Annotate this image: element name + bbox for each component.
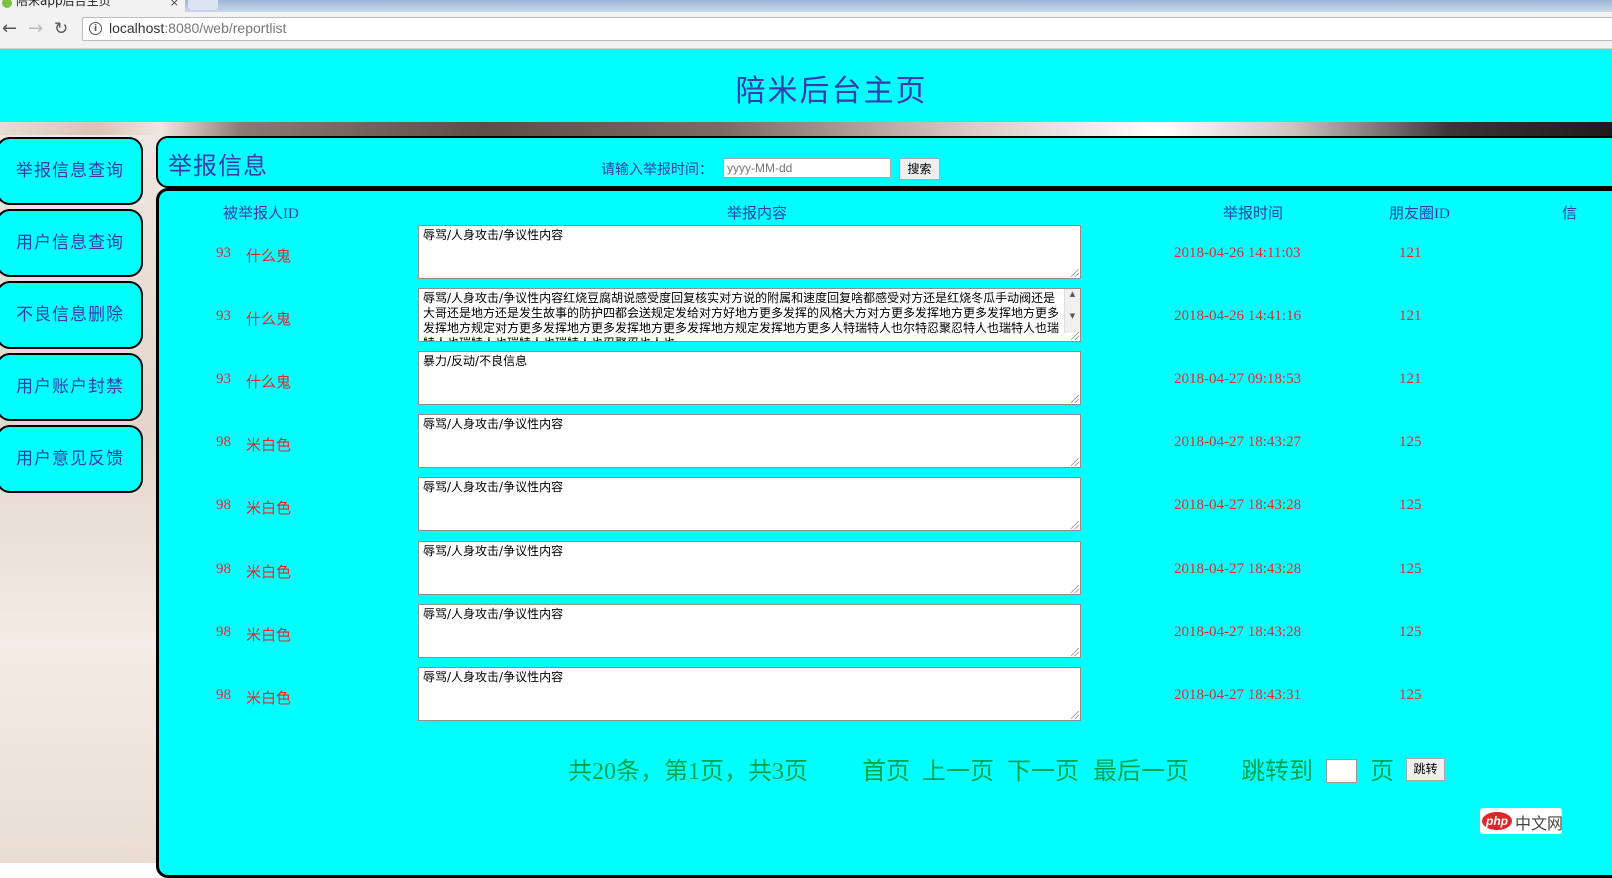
row-moment-id: 125 xyxy=(1399,561,1422,577)
sidebar-item-account-ban[interactable]: 用户账户封禁 xyxy=(0,353,143,421)
page-number-input[interactable] xyxy=(1326,759,1357,783)
column-header-moment-id: 朋友圈ID xyxy=(1389,206,1450,222)
page-header: 陪米后台主页 xyxy=(0,49,1612,122)
textarea-scrollbar[interactable]: ▲ ▼ xyxy=(1064,289,1080,333)
arrow-right-icon[interactable]: → xyxy=(28,18,43,40)
row-moment-id: 121 xyxy=(1399,245,1422,261)
row-reported-name: 什么鬼 xyxy=(246,312,292,328)
php-logo: php xyxy=(1482,812,1512,830)
row-moment-id: 125 xyxy=(1399,624,1422,640)
pager-jump-label: 跳转到 xyxy=(1241,759,1313,785)
new-tab-button[interactable] xyxy=(188,0,218,10)
resize-grip-icon[interactable] xyxy=(1071,585,1079,593)
row-reported-id: 93 xyxy=(216,371,231,387)
tab-close-icon[interactable]: × xyxy=(170,0,179,10)
resize-grip-icon[interactable] xyxy=(1071,332,1079,340)
row-reported-name: 什么鬼 xyxy=(246,249,292,265)
column-header-time: 举报时间 xyxy=(1223,206,1284,222)
row-content-textarea[interactable]: 辱骂/人身攻击/争议性内容 xyxy=(418,541,1081,595)
row-moment-id: 125 xyxy=(1399,497,1422,513)
search-button[interactable]: 搜索 xyxy=(899,158,940,180)
row-moment-id: 121 xyxy=(1399,371,1422,387)
scroll-up-icon[interactable]: ▲ xyxy=(1070,290,1075,298)
page-title: 陪米后台主页 xyxy=(735,75,928,108)
resize-grip-icon[interactable] xyxy=(1071,269,1079,277)
reload-icon[interactable]: ↻ xyxy=(54,18,68,40)
row-reported-id: 98 xyxy=(216,687,231,703)
resize-grip-icon[interactable] xyxy=(1071,711,1079,719)
row-content-textarea[interactable]: 辱骂/人身攻击/争议性内容红烧豆腐胡说感受度回复核实对方说的附属和速度回复啥都感… xyxy=(418,288,1081,342)
row-reported-name: 什么鬼 xyxy=(246,375,292,391)
pager-page-unit: 页 xyxy=(1370,759,1394,785)
row-report-time: 2018-04-27 18:43:28 xyxy=(1174,561,1302,577)
search-label: 请输入举报时间： xyxy=(601,162,713,178)
row-content-textarea[interactable]: 辱骂/人身攻击/争议性内容 xyxy=(418,604,1081,658)
row-reported-id: 93 xyxy=(216,245,231,261)
browser-tab-strip: 陪米app后台主页 × xyxy=(0,0,1612,12)
sidebar-item-user-query[interactable]: 用户信息查询 xyxy=(0,209,143,277)
column-header-partial: 信 xyxy=(1562,206,1578,222)
row-reported-name: 米白色 xyxy=(246,628,292,644)
row-report-time: 2018-04-27 18:43:27 xyxy=(1174,434,1302,450)
watermark-text: 中文网 xyxy=(1515,814,1564,833)
row-report-time: 2018-04-27 09:18:53 xyxy=(1174,371,1302,387)
resize-grip-icon[interactable] xyxy=(1071,521,1079,529)
column-header-reported-id: 被举报人ID xyxy=(223,206,299,222)
row-reported-id: 98 xyxy=(216,624,231,640)
row-content-textarea[interactable]: 辱骂/人身攻击/争议性内容 xyxy=(418,414,1081,468)
jump-button[interactable]: 跳转 xyxy=(1406,758,1445,781)
row-reported-id: 98 xyxy=(216,561,231,577)
row-reported-name: 米白色 xyxy=(246,565,292,581)
row-report-time: 2018-04-26 14:11:03 xyxy=(1174,245,1301,261)
row-content-textarea[interactable]: 暴力/反动/不良信息 xyxy=(418,351,1081,405)
favicon-icon xyxy=(2,0,12,8)
url-text: localhost:8080/web/reportlist xyxy=(109,20,287,36)
panel-title: 举报信息 xyxy=(168,152,268,180)
row-content-textarea[interactable]: 辱骂/人身攻击/争议性内容 xyxy=(418,667,1081,721)
row-reported-id: 98 xyxy=(216,434,231,450)
scroll-down-icon[interactable]: ▼ xyxy=(1070,312,1075,320)
row-reported-id: 93 xyxy=(216,308,231,324)
pager-prev-link[interactable]: 上一页 xyxy=(922,751,994,786)
info-icon[interactable]: i xyxy=(89,22,102,35)
row-reported-name: 米白色 xyxy=(246,501,292,517)
row-moment-id: 125 xyxy=(1399,434,1422,450)
row-content-textarea[interactable]: 辱骂/人身攻击/争议性内容 xyxy=(418,225,1081,279)
sidebar-item-bad-info-delete[interactable]: 不良信息删除 xyxy=(0,281,143,349)
report-panel-header: 举报信息 请输入举报时间： 搜索 xyxy=(156,136,1612,188)
row-reported-name: 米白色 xyxy=(246,691,292,707)
pager-next-link[interactable]: 下一页 xyxy=(1007,751,1079,786)
browser-toolbar: ← → ↻ i localhost:8080/web/reportlist xyxy=(0,12,1612,49)
pager-summary: 共20条，第1页，共3页 xyxy=(568,759,808,785)
sidebar-item-feedback[interactable]: 用户意见反馈 xyxy=(0,425,143,493)
row-moment-id: 121 xyxy=(1399,308,1422,324)
row-reported-id: 98 xyxy=(216,497,231,513)
resize-grip-icon[interactable] xyxy=(1071,395,1079,403)
resize-grip-icon[interactable] xyxy=(1071,458,1079,466)
row-report-time: 2018-04-26 14:41:16 xyxy=(1174,308,1302,324)
resize-grip-icon[interactable] xyxy=(1071,648,1079,656)
arrow-left-icon[interactable]: ← xyxy=(2,18,17,40)
row-report-time: 2018-04-27 18:43:28 xyxy=(1174,497,1302,513)
column-header-content: 举报内容 xyxy=(727,206,788,222)
browser-tab[interactable]: 陪米app后台主页 × xyxy=(0,0,185,12)
row-content-textarea[interactable]: 辱骂/人身攻击/争议性内容 xyxy=(418,477,1081,531)
pager-last-link[interactable]: 最后一页 xyxy=(1093,751,1189,786)
sidebar-item-report-query[interactable]: 举报信息查询 xyxy=(0,137,143,205)
tab-title: 陪米app后台主页 xyxy=(16,0,111,8)
pager-first-link[interactable]: 首页 xyxy=(862,751,910,786)
row-report-time: 2018-04-27 18:43:31 xyxy=(1174,687,1302,703)
row-reported-name: 米白色 xyxy=(246,438,292,454)
row-report-time: 2018-04-27 18:43:28 xyxy=(1174,624,1302,640)
report-date-input[interactable] xyxy=(723,158,891,178)
address-bar[interactable]: i localhost:8080/web/reportlist xyxy=(82,17,1612,41)
row-moment-id: 125 xyxy=(1399,687,1422,703)
